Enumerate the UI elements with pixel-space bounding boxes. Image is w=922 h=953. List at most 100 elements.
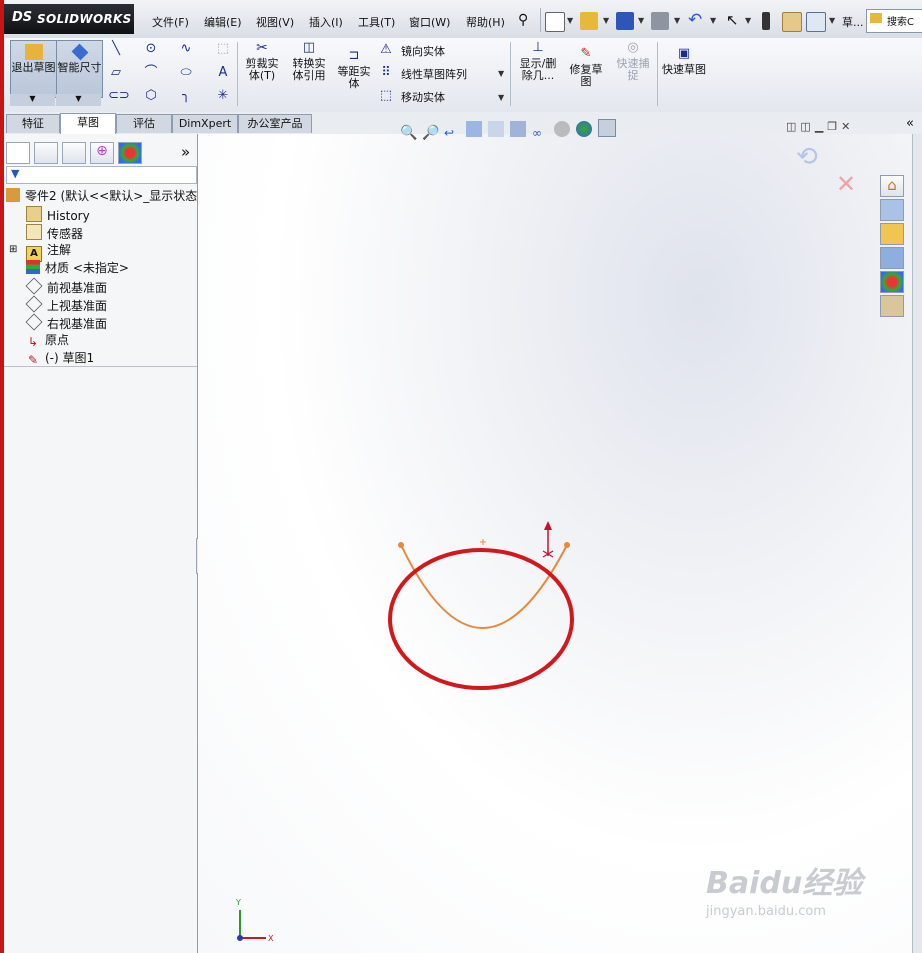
select-pointer-icon[interactable]: ↖ bbox=[726, 11, 739, 29]
minimize-icon[interactable]: ▁ bbox=[815, 120, 827, 133]
new-document-icon[interactable] bbox=[545, 12, 565, 32]
tab-features[interactable]: 特征 bbox=[6, 114, 60, 133]
smart-dimension-dropdown[interactable]: ▼ bbox=[56, 94, 101, 106]
print-icon[interactable] bbox=[651, 12, 669, 30]
tree-filter[interactable]: ▼ bbox=[6, 166, 197, 184]
tab-dimxpert[interactable]: DimXpert bbox=[172, 114, 238, 133]
tree-item-label: (-) 草图1 bbox=[45, 351, 95, 365]
move-icon[interactable]: ⬚ bbox=[378, 89, 394, 103]
quick-snaps-button[interactable]: ◎ 快速捕捉 bbox=[613, 41, 653, 82]
file-explorer-icon[interactable] bbox=[880, 223, 904, 245]
chevron-down-icon[interactable]: ▼ bbox=[710, 16, 716, 25]
arc-endpoint[interactable] bbox=[398, 542, 404, 548]
open-folder-icon[interactable] bbox=[580, 12, 598, 30]
restore-icon[interactable]: ❐ bbox=[827, 120, 841, 133]
configuration-manager-tab-icon[interactable] bbox=[62, 142, 86, 164]
rebuild-traffic-light-icon[interactable] bbox=[762, 12, 770, 30]
pin-icon[interactable]: ⚲ bbox=[518, 12, 528, 28]
chevron-down-icon[interactable]: ▼ bbox=[567, 16, 573, 25]
relations-icon: ⊥ bbox=[532, 40, 544, 55]
construction-icon[interactable]: ⬚ bbox=[215, 42, 231, 56]
chevron-down-icon[interactable]: ▼ bbox=[674, 16, 680, 25]
save-icon[interactable] bbox=[616, 12, 634, 30]
polygon-icon[interactable]: ⬡ bbox=[143, 89, 159, 103]
sketch-canvas[interactable] bbox=[198, 134, 912, 953]
exit-sketch-dropdown[interactable]: ▼ bbox=[10, 94, 55, 106]
expand-plus-icon[interactable]: ⊞ bbox=[9, 244, 17, 255]
menu-help[interactable]: 帮助(H) bbox=[466, 14, 505, 30]
tab-office-products[interactable]: 办公室产品 bbox=[238, 114, 312, 133]
rectangle-icon[interactable]: ▱ bbox=[108, 66, 124, 80]
tree-item-material[interactable]: 材质 <未指定> bbox=[26, 260, 129, 276]
circle-icon[interactable]: ⊙ bbox=[143, 42, 159, 56]
tree-item-sketch1[interactable]: ✎ (-) 草图1 bbox=[26, 350, 94, 367]
dimxpert-manager-tab-icon[interactable]: ⊕ bbox=[90, 142, 114, 164]
tree-item-origin[interactable]: ↳ 原点 bbox=[26, 332, 69, 349]
file-properties-icon[interactable] bbox=[782, 12, 802, 32]
sketch-arc[interactable] bbox=[400, 544, 568, 629]
view-palette-icon[interactable] bbox=[880, 247, 904, 269]
design-library-icon[interactable] bbox=[880, 199, 904, 221]
spline-icon[interactable]: ∿ bbox=[178, 42, 194, 56]
display-delete-relations-button[interactable]: ⊥ 显示/删除几... bbox=[515, 40, 561, 82]
undo-icon[interactable]: ↶ bbox=[688, 10, 702, 30]
exit-sketch-button[interactable]: 退出草图 bbox=[10, 40, 57, 98]
tree-item-front-plane[interactable]: 前视基准面 bbox=[25, 277, 107, 296]
linear-pattern-icon[interactable]: ⠿ bbox=[378, 66, 394, 80]
tree-item-annotations[interactable]: A 注解 bbox=[26, 242, 71, 262]
tree-item-right-plane[interactable]: 右视基准面 bbox=[25, 313, 107, 332]
chevron-down-icon[interactable]: ▼ bbox=[745, 16, 751, 25]
display-manager-tab-icon[interactable] bbox=[118, 142, 142, 164]
rapid-sketch-button[interactable]: ▣ 快速草图 bbox=[662, 47, 706, 76]
tree-root[interactable]: 零件2 (默认<<默认>_显示状态 bbox=[6, 188, 197, 204]
expand-task-pane-icon[interactable]: « bbox=[906, 116, 914, 131]
options-icon[interactable] bbox=[806, 12, 826, 32]
mirror-icon[interactable]: ⚠ bbox=[378, 43, 394, 57]
repair-sketch-button[interactable]: ✎ 修复草图 bbox=[565, 47, 607, 88]
chevron-down-icon[interactable]: ▼ bbox=[603, 16, 609, 25]
close-icon[interactable]: ✕ bbox=[841, 120, 854, 133]
text-icon[interactable]: A bbox=[215, 66, 231, 80]
convert-entities-button[interactable]: ◫ 转换实体引用 bbox=[288, 41, 330, 82]
tile-right-icon[interactable]: ◫ bbox=[800, 120, 814, 133]
slot-icon[interactable]: ⊂⊃ bbox=[108, 89, 130, 103]
move-label[interactable]: 移动实体 bbox=[401, 89, 445, 105]
mirror-label[interactable]: 镜向实体 bbox=[401, 43, 445, 59]
fillet-icon[interactable]: ╮ bbox=[178, 89, 194, 103]
menu-tools[interactable]: 工具(T) bbox=[358, 14, 395, 30]
arc-icon[interactable]: ⌒ bbox=[143, 66, 159, 80]
line-icon[interactable]: ╲ bbox=[108, 42, 124, 56]
appearances-icon[interactable] bbox=[880, 271, 904, 293]
ellipse-icon[interactable]: ⬭ bbox=[178, 66, 194, 80]
search-box[interactable]: 搜索C bbox=[866, 9, 922, 33]
home-icon[interactable]: ⌂ bbox=[880, 175, 904, 197]
tile-left-icon[interactable]: ◫ bbox=[786, 120, 800, 133]
tree-item-sensors[interactable]: 传感器 bbox=[26, 224, 83, 242]
expand-panel-icon[interactable]: » bbox=[181, 143, 190, 161]
custom-properties-icon[interactable] bbox=[880, 295, 904, 317]
menu-file[interactable]: 文件(F) bbox=[152, 14, 189, 30]
solidworks-logo[interactable]: DS SOLIDWORKS bbox=[4, 4, 134, 34]
tab-sketch[interactable]: 草图 bbox=[60, 113, 116, 134]
linear-pattern-label[interactable]: 线性草图阵列 bbox=[401, 66, 467, 82]
chevron-down-icon[interactable]: ▼ bbox=[829, 16, 835, 25]
feature-manager-tab-icon[interactable] bbox=[6, 142, 30, 164]
property-manager-tab-icon[interactable] bbox=[34, 142, 58, 164]
smart-dimension-button[interactable]: 智能尺寸 bbox=[56, 40, 103, 98]
chevron-down-icon[interactable]: ▼ bbox=[498, 69, 504, 78]
chevron-down-icon[interactable]: ▼ bbox=[638, 16, 644, 25]
tree-item-top-plane[interactable]: 上视基准面 bbox=[25, 295, 107, 314]
menu-view[interactable]: 视图(V) bbox=[256, 14, 294, 30]
arc-endpoint[interactable] bbox=[564, 542, 570, 548]
chevron-down-icon[interactable]: ▼ bbox=[498, 93, 504, 102]
menu-window[interactable]: 窗口(W) bbox=[409, 14, 450, 30]
menu-edit[interactable]: 编辑(E) bbox=[204, 14, 242, 30]
tree-item-history[interactable]: History bbox=[26, 206, 90, 224]
origin-arrow bbox=[544, 521, 552, 530]
trim-entities-button[interactable]: ✂ 剪裁实体(T) bbox=[242, 41, 282, 82]
point-icon[interactable]: ✳ bbox=[215, 89, 231, 103]
toolbar-overflow[interactable]: 草... bbox=[842, 14, 864, 30]
tab-evaluate[interactable]: 评估 bbox=[116, 114, 172, 133]
menu-insert[interactable]: 插入(I) bbox=[309, 14, 343, 30]
offset-entities-button[interactable]: ⊐ 等距实体 bbox=[334, 49, 374, 90]
